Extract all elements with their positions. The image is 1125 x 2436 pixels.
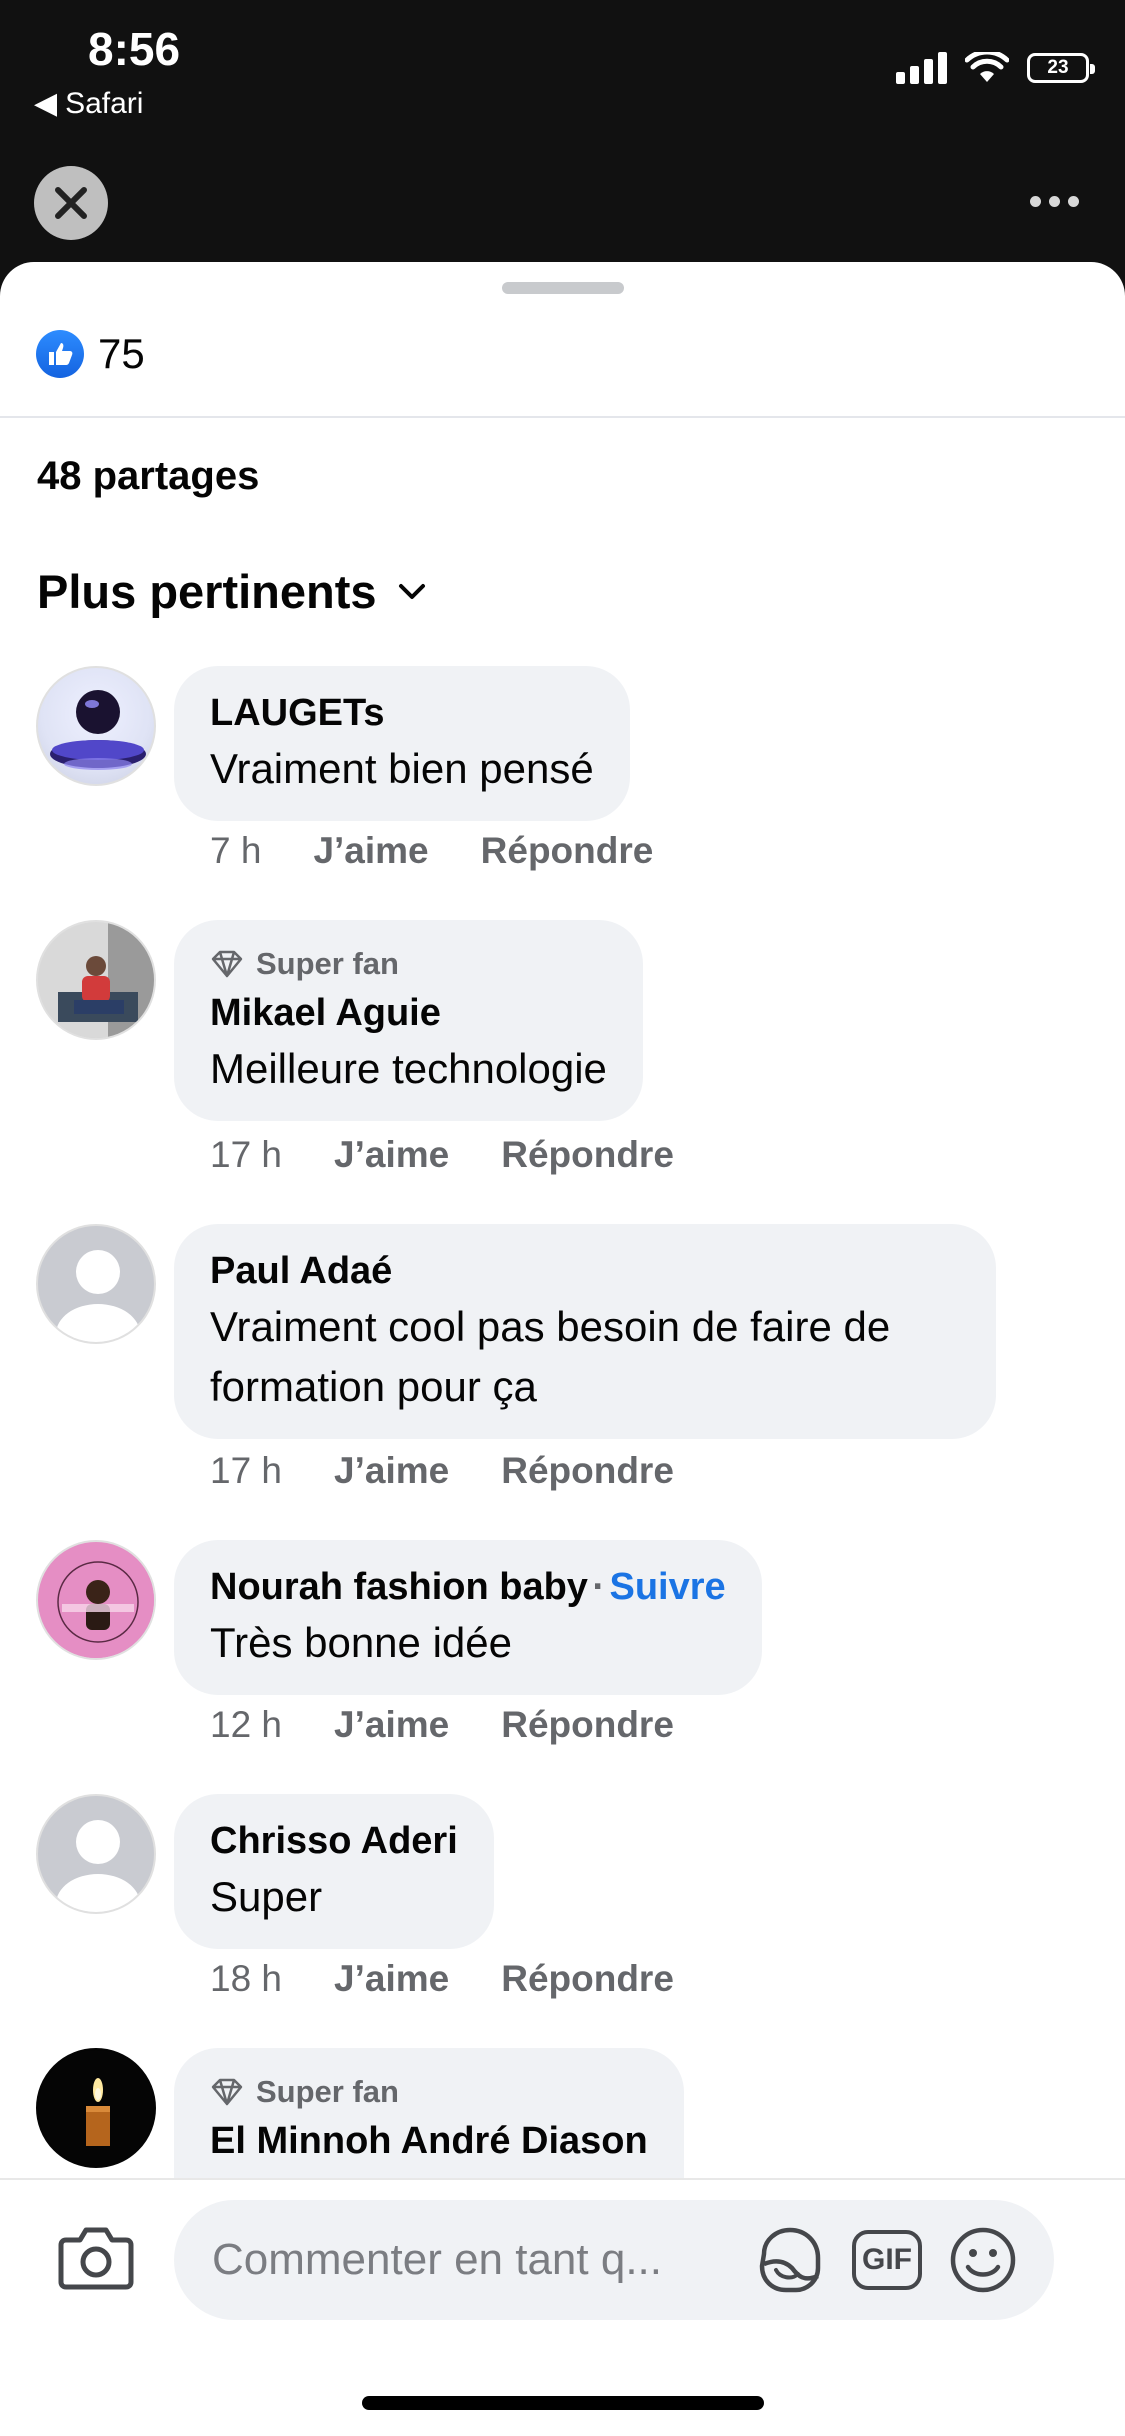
sort-label: Plus pertinents [37,565,377,618]
default-avatar-icon [56,1250,140,1342]
wifi-icon [965,52,1009,82]
comment-author[interactable]: El Minnoh André Diason [210,2120,648,2163]
shop-logo-icon [40,1544,154,1658]
superfan-label: Super fan [256,2074,399,2109]
close-button[interactable] [34,166,108,240]
emoji-icon[interactable] [948,2225,1018,2295]
follow-separator: · [592,1566,606,1608]
gif-label: GIF [862,2243,912,2276]
comment-time: 17 h [210,1134,283,1175]
comment-author[interactable]: Paul Adaé [210,1250,960,1293]
avatar[interactable] [36,666,156,786]
comment-actions: 12 h J’aime Répondre [210,1704,674,1746]
like-button[interactable]: J’aime [334,1704,449,1746]
comment-text: Super [210,1873,323,1920]
comment-bubble[interactable]: Paul Adaé Vraiment cool pas besoin de fa… [174,1224,996,1439]
comment-bubble[interactable]: Super fan Mikael Aguie Meilleure technol… [174,920,643,1121]
sort-dropdown[interactable]: Plus pertinents [37,564,427,619]
comment-actions: 7 h J’aime Répondre [210,830,653,872]
camera-button[interactable] [58,2224,134,2295]
more-dot-icon [1049,196,1060,207]
man-photo-icon [38,922,154,1038]
candle-photo-icon [38,2050,154,2166]
reply-button[interactable]: Répondre [501,1704,674,1746]
back-app-label: Safari [65,87,144,120]
superfan-label: Super fan [256,946,399,981]
comment-author[interactable]: Chrisso Aderi [210,1820,458,1863]
divider [0,416,1125,418]
avatar[interactable] [36,920,156,1040]
more-options-button[interactable] [1030,196,1079,207]
gif-button[interactable]: GIF [852,2230,922,2290]
comment-text: Très bonne idée [210,1619,512,1666]
reply-button[interactable]: Répondre [501,1450,674,1492]
avatar[interactable] [36,2048,156,2168]
comment-time: 17 h [210,1450,283,1491]
battery-icon: 23 [1027,53,1095,83]
comment-placeholder: Commenter en tant q... [212,2235,662,2284]
reactions-summary[interactable]: 75 [36,330,145,378]
status-icons: 23 [896,48,1095,88]
reply-button[interactable]: Répondre [501,1134,674,1176]
speaker-photo-icon [50,690,146,770]
avatar[interactable] [36,1540,156,1660]
comment-actions: 18 h J’aime Répondre [210,1958,674,2000]
status-time: 8:56 [88,23,181,75]
comment-text: Vraiment bien pensé [210,745,594,792]
chevron-down-icon [398,583,425,599]
comment-header: Nourah fashion baby · Suivre [210,1566,726,1609]
like-button[interactable]: J’aime [313,830,428,872]
back-triangle-icon: ◀ [34,87,58,120]
like-reaction-icon [36,330,84,378]
close-icon [55,187,87,219]
comment-time: 12 h [210,1704,283,1745]
comment-text: Vraiment cool pas besoin de faire de for… [210,1303,891,1410]
like-button[interactable]: J’aime [334,1134,449,1176]
like-button[interactable]: J’aime [334,1958,449,2000]
diamond-icon [211,2078,243,2106]
camera-icon [58,2227,134,2290]
cellular-signal-icon [896,52,947,84]
comment-actions: 17 h J’aime Répondre [210,1450,674,1492]
superfan-badge: Super fan [210,946,607,982]
more-dot-icon [1068,196,1079,207]
sheet-grabber[interactable] [502,282,624,294]
home-indicator[interactable] [362,2396,764,2410]
default-avatar-icon [56,1820,140,1912]
comment-author[interactable]: Mikael Aguie [210,992,607,1035]
reply-button[interactable]: Répondre [481,830,654,872]
comment-actions: 17 h J’aime Répondre [210,1134,674,1176]
comment-bubble[interactable]: LAUGETs Vraiment bien pensé [174,666,630,821]
composer-icons: GIF [754,2224,1018,2296]
comment-author[interactable]: Nourah fashion baby [210,1566,588,1608]
more-dot-icon [1030,196,1041,207]
comment-author[interactable]: LAUGETs [210,692,594,735]
battery-level: 23 [1047,57,1069,78]
comment-text: Meilleure technologie [210,1045,607,1092]
avatar[interactable] [36,1224,156,1344]
comment-time: 7 h [210,830,262,871]
shares-count[interactable]: 48 partages [37,454,259,499]
sticker-icon[interactable] [754,2224,826,2296]
diamond-icon [211,950,243,978]
reply-button[interactable]: Répondre [501,1958,674,2000]
like-button[interactable]: J’aime [334,1450,449,1492]
back-to-app-link[interactable]: ◀ Safari [34,86,143,121]
status-bar: 8:56 ◀ Safari 23 [0,0,1125,140]
avatar[interactable] [36,1794,156,1914]
comment-time: 18 h [210,1958,283,1999]
reaction-count: 75 [98,330,145,377]
comment-input[interactable]: Commenter en tant q... GIF [174,2200,1054,2320]
comment-bubble[interactable]: Nourah fashion baby · Suivre Très bonne … [174,1540,762,1695]
superfan-badge: Super fan [210,2074,648,2110]
comments-sheet: 75 48 partages Plus pertinents LAUGETs V… [0,262,1125,2436]
comment-bubble[interactable]: Chrisso Aderi Super [174,1794,494,1949]
follow-button[interactable]: Suivre [609,1566,725,1608]
